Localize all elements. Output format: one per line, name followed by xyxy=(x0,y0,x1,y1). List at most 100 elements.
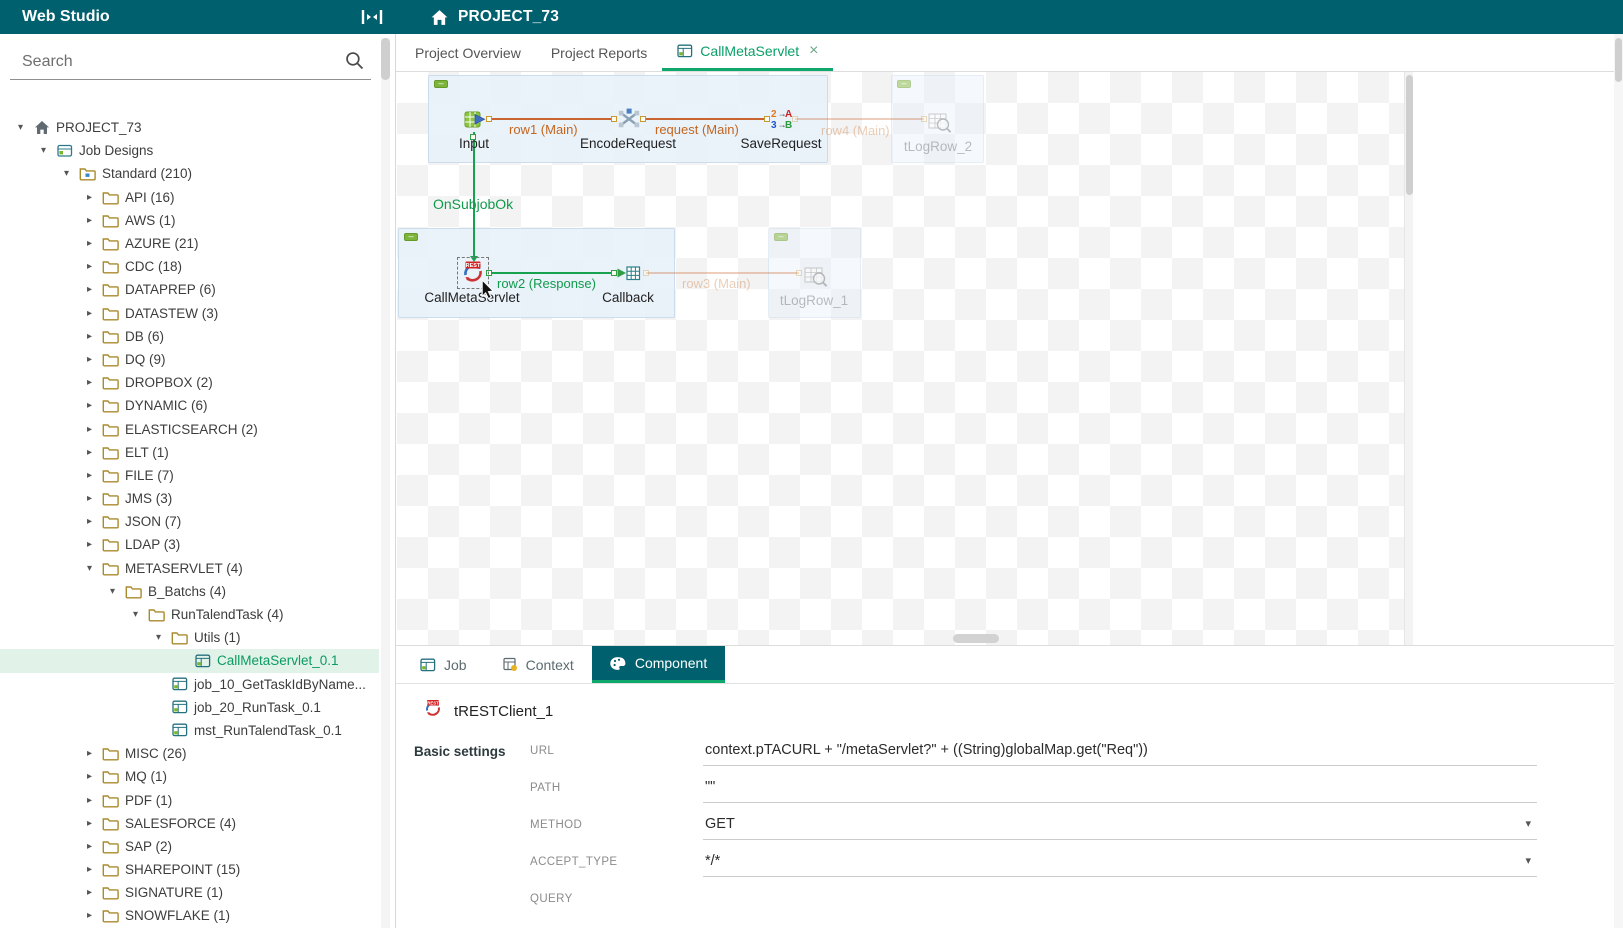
tree-item-jms-3[interactable]: ▸JMS (3) xyxy=(0,487,379,510)
tree-item-sap-2[interactable]: ▸SAP (2) xyxy=(0,835,379,858)
job-design-canvas[interactable]: ––––row1 (Main)request (Main)row4 (Main)… xyxy=(397,72,1404,645)
search-input[interactable] xyxy=(22,53,344,71)
tree-item-b-batchs-4[interactable]: ▾B_Batchs (4) xyxy=(0,580,379,603)
tab-project-overview[interactable]: Project Overview xyxy=(400,34,536,71)
component-callback[interactable]: Callback xyxy=(615,259,641,287)
tree-item-salesforce-4[interactable]: ▸SALESFORCE (4) xyxy=(0,812,379,835)
expand-arrow-icon[interactable]: ▸ xyxy=(79,400,100,411)
panel-resize-handle[interactable] xyxy=(953,634,999,643)
tree-item-job-designs[interactable]: ▾Job Designs xyxy=(0,139,379,162)
collapse-arrow-icon[interactable]: ▾ xyxy=(56,168,77,179)
page-scrollbar[interactable] xyxy=(1614,34,1623,928)
tree-item-json-7[interactable]: ▸JSON (7) xyxy=(0,510,379,533)
tree-item-misc-26[interactable]: ▸MISC (26) xyxy=(0,742,379,765)
connection-line-row1-main[interactable] xyxy=(489,118,614,120)
field-value-accept-type[interactable]: */*▾ xyxy=(703,846,1537,877)
tree-item-mq-1[interactable]: ▸MQ (1) xyxy=(0,765,379,788)
mapab-component-icon[interactable]: 2→A3→B xyxy=(768,105,796,133)
expand-arrow-icon[interactable]: ▸ xyxy=(79,331,100,342)
search-icon[interactable] xyxy=(344,50,365,74)
expand-arrow-icon[interactable]: ▸ xyxy=(79,192,100,203)
connection-line-row2-response[interactable] xyxy=(489,272,614,274)
expand-arrow-icon[interactable]: ▸ xyxy=(79,493,100,504)
tree-item-ldap-3[interactable]: ▸LDAP (3) xyxy=(0,533,379,556)
expand-arrow-icon[interactable]: ▸ xyxy=(79,864,100,875)
connector-port[interactable] xyxy=(643,270,649,276)
home-icon[interactable] xyxy=(430,9,449,26)
tree-item-callmetaservlet-0-1[interactable]: CallMetaServlet_0.1 xyxy=(0,649,379,672)
tree-item-cdc-18[interactable]: ▸CDC (18) xyxy=(0,255,379,278)
tree-item-file-7[interactable]: ▸FILE (7) xyxy=(0,464,379,487)
component-tlogrow-1[interactable]: tLogRow_1 xyxy=(801,262,827,290)
tree-item-dataprep-6[interactable]: ▸DATAPREP (6) xyxy=(0,278,379,301)
expand-arrow-icon[interactable]: ▸ xyxy=(79,539,100,550)
tree-item-mst-runtalendtask-0-1[interactable]: mst_RunTalendTask_0.1 xyxy=(0,719,379,742)
expand-arrow-icon[interactable]: ▸ xyxy=(79,795,100,806)
connection-line-row3-main[interactable] xyxy=(646,272,799,274)
logrow-component-icon[interactable] xyxy=(801,262,829,290)
canvas-vertical-scrollbar[interactable] xyxy=(1404,72,1413,645)
subjob-collapse-icon[interactable]: – xyxy=(404,233,418,241)
tree-item-project-73[interactable]: ▾PROJECT_73 xyxy=(0,116,379,139)
sidebar-scrollbar[interactable] xyxy=(381,38,390,928)
tree-item-job-20-runtask-0-1[interactable]: job_20_RunTask_0.1 xyxy=(0,696,379,719)
search-box[interactable] xyxy=(10,44,371,80)
subjob-collapse-icon[interactable]: – xyxy=(774,233,788,241)
tree-item-standard-210[interactable]: ▾Standard (210) xyxy=(0,162,379,185)
tree-item-dropbox-2[interactable]: ▸DROPBOX (2) xyxy=(0,371,379,394)
tab-callmetaservlet[interactable]: CallMetaServlet× xyxy=(662,34,833,71)
tree-item-signature-1[interactable]: ▸SIGNATURE (1) xyxy=(0,881,379,904)
callback-component-icon[interactable] xyxy=(615,259,643,287)
tree-item-runtalendtask-4[interactable]: ▾RunTalendTask (4) xyxy=(0,603,379,626)
tree-item-dq-9[interactable]: ▸DQ (9) xyxy=(0,348,379,371)
xmap-component-icon[interactable] xyxy=(615,105,643,133)
field-value-method[interactable]: GET▾ xyxy=(703,809,1537,840)
field-value-path[interactable]: "" xyxy=(703,772,1537,803)
expand-arrow-icon[interactable]: ▸ xyxy=(79,910,100,921)
component-saverequest[interactable]: 2→A3→BSaveRequest xyxy=(768,105,794,133)
logrow-component-icon[interactable] xyxy=(925,108,953,136)
expand-arrow-icon[interactable]: ▸ xyxy=(79,818,100,829)
tree-item-api-16[interactable]: ▸API (16) xyxy=(0,186,379,209)
component-encoderequest[interactable]: EncodeRequest xyxy=(615,105,641,133)
tree-item-dynamic-6[interactable]: ▸DYNAMIC (6) xyxy=(0,394,379,417)
tree-item-sharepoint-15[interactable]: ▸SHAREPOINT (15) xyxy=(0,858,379,881)
tree-item-datastew-3[interactable]: ▸DATASTEW (3) xyxy=(0,302,379,325)
collapse-arrow-icon[interactable]: ▾ xyxy=(79,563,100,574)
expand-arrow-icon[interactable]: ▸ xyxy=(79,215,100,226)
properties-tab-job[interactable]: Job xyxy=(402,646,485,683)
tab-project-reports[interactable]: Project Reports xyxy=(536,34,662,71)
properties-tab-component[interactable]: Component xyxy=(592,646,725,683)
component-input[interactable]: Input xyxy=(461,105,487,133)
expand-arrow-icon[interactable]: ▸ xyxy=(79,308,100,319)
section-basic-settings[interactable]: Basic settings xyxy=(414,744,530,759)
properties-tab-context[interactable]: Context xyxy=(485,646,592,683)
input-component-icon[interactable] xyxy=(461,105,489,133)
tree-item-metaservlet-4[interactable]: ▾METASERVLET (4) xyxy=(0,557,379,580)
expand-arrow-icon[interactable]: ▸ xyxy=(79,238,100,249)
expand-arrow-icon[interactable]: ▸ xyxy=(79,748,100,759)
expand-arrow-icon[interactable]: ▸ xyxy=(79,377,100,388)
tree-item-pdf-1[interactable]: ▸PDF (1) xyxy=(0,788,379,811)
component-tlogrow-2[interactable]: tLogRow_2 xyxy=(925,108,951,136)
collapse-arrow-icon[interactable]: ▾ xyxy=(102,586,123,597)
expand-arrow-icon[interactable]: ▸ xyxy=(79,447,100,458)
tree-item-db-6[interactable]: ▸DB (6) xyxy=(0,325,379,348)
expand-arrow-icon[interactable]: ▸ xyxy=(79,424,100,435)
expand-arrow-icon[interactable]: ▸ xyxy=(79,516,100,527)
expand-arrow-icon[interactable]: ▸ xyxy=(79,470,100,481)
tree-item-snowflake-1[interactable]: ▸SNOWFLAKE (1) xyxy=(0,904,379,927)
field-value-query[interactable] xyxy=(703,892,1537,906)
collapse-arrow-icon[interactable]: ▾ xyxy=(125,609,146,620)
tree-item-elt-1[interactable]: ▸ELT (1) xyxy=(0,441,379,464)
expand-arrow-icon[interactable]: ▸ xyxy=(79,284,100,295)
subjob-collapse-icon[interactable]: – xyxy=(434,80,448,88)
expand-arrow-icon[interactable]: ▸ xyxy=(79,887,100,898)
expand-arrow-icon[interactable]: ▸ xyxy=(79,771,100,782)
connection-line-row4-main[interactable] xyxy=(795,118,924,120)
subjob-collapse-icon[interactable]: – xyxy=(897,80,911,88)
field-value-url[interactable]: context.pTACURL + "/metaServlet?" + ((St… xyxy=(703,735,1537,766)
dropdown-chevron-icon[interactable]: ▾ xyxy=(1525,817,1531,830)
dropdown-chevron-icon[interactable]: ▾ xyxy=(1525,854,1531,867)
tree-item-utils-1[interactable]: ▾Utils (1) xyxy=(0,626,379,649)
